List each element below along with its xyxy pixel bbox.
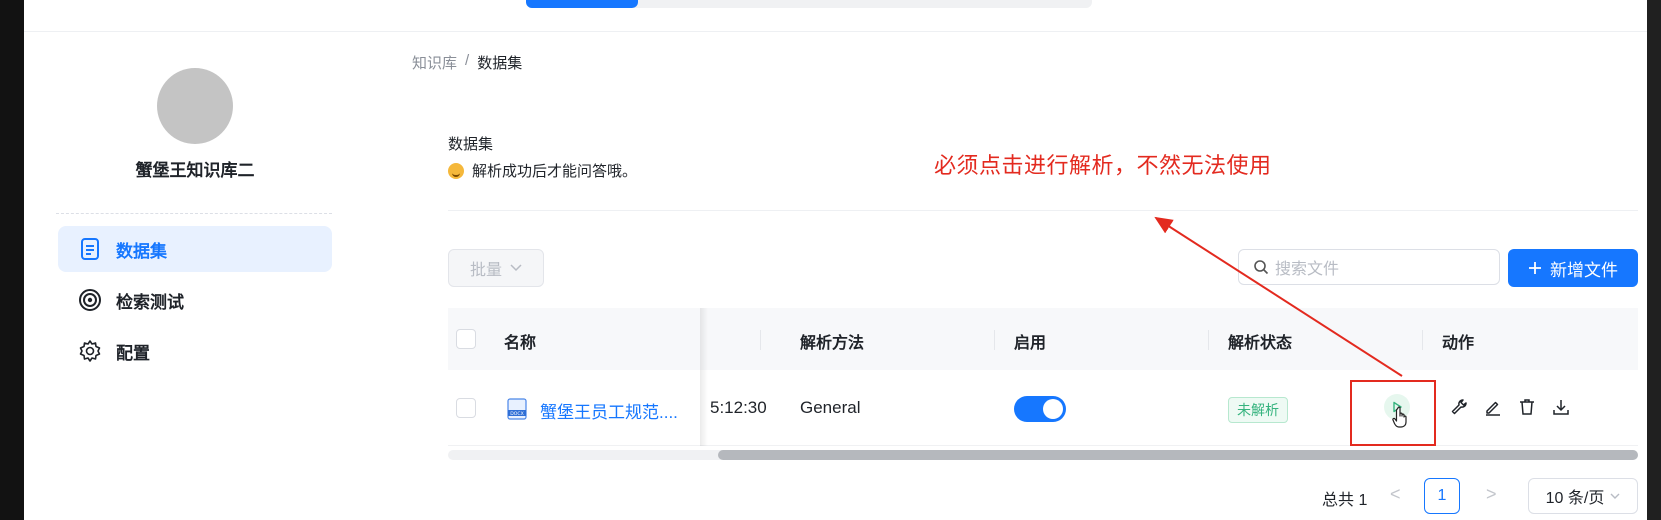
table-row: DOCX 蟹堡王员工规范.... 5:12:30 General 未解析 — [448, 370, 1638, 446]
column-separator — [1422, 330, 1423, 350]
breadcrumb-current: 数据集 — [477, 55, 523, 72]
column-header-name: 名称 — [504, 335, 537, 352]
wrench-icon[interactable] — [1448, 396, 1470, 418]
sidebar-item-retrieval-test[interactable]: 检索测试 — [58, 277, 332, 323]
sidebar-divider — [56, 213, 332, 214]
file-name-link[interactable]: 蟹堡王员工规范.... — [540, 398, 678, 423]
column-header-enabled: 启用 — [1014, 335, 1047, 352]
docx-file-icon: DOCX — [507, 398, 527, 420]
batch-dropdown-button[interactable]: 批量 — [448, 249, 544, 287]
sidebar-item-label: 检索测试 — [116, 292, 184, 312]
column-separator — [760, 330, 761, 350]
column-header-method: 解析方法 — [800, 335, 865, 352]
breadcrumb: 知识库 / 数据集 — [412, 52, 522, 73]
page-number-button[interactable]: 1 — [1424, 478, 1460, 514]
delete-trash-icon[interactable] — [1516, 396, 1538, 418]
upload-time: 5:12:30 — [700, 398, 767, 418]
column-header-actions: 动作 — [1442, 335, 1475, 352]
annotation-highlight-box — [1350, 380, 1436, 446]
download-icon[interactable] — [1550, 396, 1572, 418]
chevron-down-icon — [1610, 493, 1620, 499]
row-checkbox[interactable] — [456, 398, 476, 418]
page-title: 数据集 — [448, 136, 494, 153]
column-header-status: 解析状态 — [1228, 335, 1293, 352]
sidebar-item-label: 配置 — [116, 343, 150, 363]
prev-page-icon[interactable]: < — [1390, 484, 1401, 505]
window-edge-right — [1647, 0, 1661, 520]
top-nav-tab-active[interactable] — [526, 0, 638, 8]
smile-emoji-icon — [448, 162, 464, 179]
add-file-label: 新增文件 — [1550, 260, 1618, 280]
top-navbar — [24, 0, 1647, 32]
enable-toggle[interactable] — [1014, 396, 1066, 422]
target-icon — [78, 288, 102, 312]
page-size-select[interactable]: 10 条/页 — [1528, 478, 1638, 514]
pagination-total: 总共 1 — [1322, 492, 1368, 509]
chevron-down-icon — [510, 264, 522, 272]
search-icon — [1254, 260, 1269, 275]
next-page-icon[interactable]: > — [1486, 484, 1497, 505]
table-header: 名称 解析方法 启用 解析状态 动作 — [448, 308, 1638, 370]
breadcrumb-parent[interactable]: 知识库 — [412, 52, 457, 73]
column-separator — [1208, 330, 1209, 350]
parse-method: General — [800, 398, 861, 417]
edit-pencil-icon[interactable] — [1482, 396, 1504, 418]
status-badge: 未解析 — [1228, 397, 1288, 423]
search-input[interactable]: 搜索文件 — [1238, 249, 1500, 285]
knowledge-base-name: 蟹堡王知识库二 — [135, 161, 255, 180]
breadcrumb-separator: / — [465, 52, 470, 69]
dataset-hint-text: 解析成功后才能问答哦。 — [472, 163, 638, 180]
column-separator — [994, 330, 995, 350]
fixed-column-shadow — [700, 308, 708, 446]
plus-icon — [1529, 262, 1541, 274]
knowledge-base-avatar — [157, 68, 233, 144]
dataset-hint: 解析成功后才能问答哦。 — [448, 160, 637, 181]
top-nav-tabs — [526, 0, 1092, 8]
search-placeholder: 搜索文件 — [1275, 261, 1340, 278]
sidebar-item-label: 数据集 — [116, 241, 167, 261]
red-annotation-text: 必须点击进行解析，不然无法使用 — [934, 153, 1272, 178]
scrollbar-thumb[interactable] — [718, 450, 1638, 460]
add-file-button[interactable]: 新增文件 — [1508, 249, 1638, 287]
document-icon — [78, 237, 102, 261]
section-divider — [448, 210, 1638, 211]
batch-label: 批量 — [469, 262, 502, 279]
files-table: 名称 解析方法 启用 解析状态 动作 DOCX 蟹堡王员工规范.... 5:12… — [448, 308, 1638, 460]
horizontal-scrollbar[interactable] — [448, 450, 1638, 460]
sidebar-item-config[interactable]: 配置 — [58, 328, 332, 374]
svg-text:DOCX: DOCX — [510, 411, 524, 417]
sidebar-item-dataset[interactable]: 数据集 — [58, 226, 332, 272]
gear-icon — [78, 339, 102, 363]
select-all-checkbox[interactable] — [456, 329, 476, 349]
window-edge-left — [0, 0, 24, 520]
page-size-label: 10 条/页 — [1545, 490, 1605, 507]
